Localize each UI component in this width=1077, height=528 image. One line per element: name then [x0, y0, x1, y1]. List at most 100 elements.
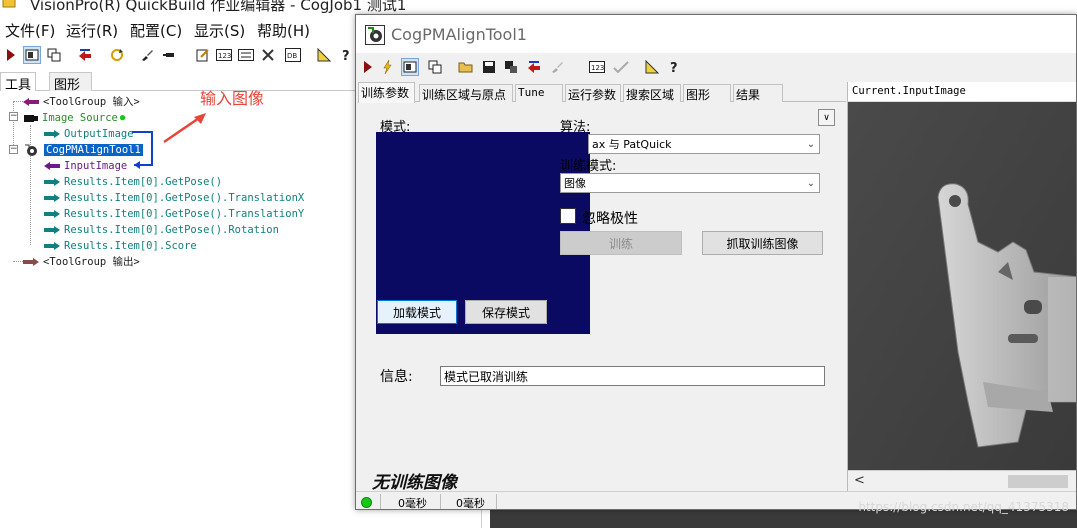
load-pattern-button[interactable]: 加载模式 — [377, 300, 457, 324]
annotation-label: 输入图像 — [200, 89, 265, 108]
menu-view[interactable]: 显示(S) — [194, 20, 245, 41]
dialog-titlebar[interactable]: CogPMAlignTool1 — [356, 15, 1076, 53]
camera-icon — [24, 114, 38, 122]
tree-node-toolgroup-input[interactable]: <ToolGroup 输入> — [22, 94, 140, 109]
reset-icon[interactable] — [76, 46, 94, 64]
grab-train-image-button[interactable]: 抓取训练图像 — [702, 231, 823, 255]
image-display-icon[interactable] — [23, 46, 41, 64]
output-arrow-icon — [44, 177, 60, 186]
ruler-icon[interactable] — [315, 46, 333, 64]
input-image-display[interactable] — [848, 102, 1076, 470]
refresh-icon[interactable] — [108, 46, 126, 64]
brush-icon[interactable] — [548, 58, 566, 76]
info-field: 模式已取消训练 — [440, 366, 825, 386]
output-arrow-icon — [44, 129, 60, 138]
menu-file[interactable]: 文件(F) — [5, 20, 55, 41]
collapse-icon[interactable]: − — [9, 112, 18, 121]
status-divider — [380, 494, 381, 509]
train-mode-label: 训练模式: — [560, 159, 617, 174]
train-mode-value: 图像 — [564, 177, 586, 190]
tree-node-result[interactable]: Results.Item[0].GetPose().TranslationY — [43, 206, 304, 221]
dialog-title: CogPMAlignTool1 — [391, 25, 527, 44]
train-mode-select[interactable]: 图像 ⌄ — [560, 173, 820, 193]
algorithm-label: 算法: — [560, 120, 591, 135]
output-arrow-icon — [44, 193, 60, 202]
numeric-icon[interactable]: 123 — [588, 58, 606, 76]
input-arrow-icon — [44, 161, 60, 170]
main-window-title: VisionPro(R) QuickBuild 作业编辑器 - CogJob1 … — [30, 0, 407, 14]
chevron-down-icon: ⌄ — [806, 138, 816, 150]
image-display-icon[interactable] — [401, 58, 419, 76]
collapse-panel-icon[interactable]: ∨ — [818, 109, 835, 126]
menu-config[interactable]: 配置(C) — [130, 20, 182, 41]
menu-run[interactable]: 运行(R) — [66, 20, 118, 41]
help-icon[interactable]: ? — [338, 46, 356, 64]
window-icon[interactable] — [426, 58, 444, 76]
tree-node-input-image[interactable]: InputImage — [43, 158, 127, 173]
screen: VisionPro(R) QuickBuild 作业编辑器 - CogJob1 … — [0, 0, 1077, 528]
dialog-toolbar: 123 ? — [356, 55, 1076, 79]
svg-text:?: ? — [342, 49, 350, 62]
svg-text:DB: DB — [287, 52, 297, 60]
tab-results[interactable]: 结果 — [733, 84, 783, 102]
tab-train-params[interactable]: 训练参数 — [358, 82, 415, 103]
tree-node-result[interactable]: Results.Item[0].GetPose().Rotation — [43, 222, 279, 237]
ruler-icon[interactable] — [643, 58, 661, 76]
tools-icon[interactable] — [259, 46, 277, 64]
tab-train-region[interactable]: 训练区域与原点 — [419, 84, 513, 102]
reset-icon[interactable] — [525, 58, 543, 76]
tab-tune[interactable]: Tune — [515, 84, 563, 102]
tree-node-result[interactable]: Results.Item[0].GetPose().TranslationX — [43, 190, 304, 205]
save-settings-icon[interactable] — [502, 58, 520, 76]
app-icon — [2, 0, 16, 8]
tree-node-toolgroup-output[interactable]: <ToolGroup 输出> — [22, 254, 140, 269]
svg-text:?: ? — [670, 61, 678, 74]
window-icon[interactable] — [45, 46, 63, 64]
chevron-left-icon[interactable]: < — [854, 473, 865, 488]
train-button[interactable]: 训练 — [560, 231, 682, 255]
tab-search-region[interactable]: 搜索区域 — [623, 84, 681, 102]
brush-icon[interactable] — [138, 46, 156, 64]
image-panel-title: Current.InputImage — [848, 82, 1076, 102]
tree-node-output-image[interactable]: OutputImage — [43, 126, 134, 141]
electric-icon[interactable] — [378, 58, 396, 76]
edit-icon[interactable] — [194, 46, 212, 64]
save-icon[interactable] — [480, 58, 498, 76]
algorithm-value: ax 与 PatQuick — [592, 138, 672, 151]
tree-node-result[interactable]: Results.Item[0].GetPose() — [43, 174, 222, 189]
image-display-panel: Current.InputImage < — [847, 82, 1076, 491]
tree-node-result[interactable]: Results.Item[0].Score — [43, 238, 197, 253]
pin-icon[interactable] — [160, 46, 178, 64]
pattern-preview: 加载模式 保存模式 — [376, 132, 590, 334]
svg-text:123: 123 — [218, 52, 231, 60]
check-icon[interactable] — [612, 58, 630, 76]
ignore-polarity-checkbox[interactable] — [560, 208, 576, 224]
output-arrow-icon — [44, 209, 60, 218]
tab-tools[interactable]: 工具 — [0, 72, 37, 93]
output-arrow-icon — [44, 225, 60, 234]
run-icon[interactable] — [359, 58, 377, 76]
algorithm-select[interactable]: ax 与 PatQuick ⌄ — [588, 134, 820, 154]
tab-graphics[interactable]: 图形 — [683, 84, 731, 102]
database-icon[interactable]: DB — [284, 46, 302, 64]
tree-node-pmalign-tool[interactable]: CogPMAlignTool1 — [23, 142, 143, 157]
tab-run-params[interactable]: 运行参数 — [565, 84, 621, 102]
chevron-down-icon: ⌄ — [806, 177, 816, 189]
tree-node-image-source[interactable]: Image Source ● — [23, 110, 125, 125]
list-icon[interactable] — [237, 46, 255, 64]
image-horizontal-scrollbar[interactable]: < — [848, 470, 1076, 491]
left-tabs: 工具 图形 — [0, 71, 360, 93]
open-folder-icon[interactable] — [457, 58, 475, 76]
scrollbar-thumb[interactable] — [1008, 475, 1068, 488]
save-pattern-button[interactable]: 保存模式 — [465, 300, 547, 324]
part-image — [848, 102, 1076, 470]
pmalign-dialog: CogPMAlignTool1 123 ? 训练参数 训练区域与原点 Tune … — [355, 14, 1077, 510]
tab-graphics[interactable]: 图形 — [49, 72, 92, 93]
train-params-panel: 模式: 加载模式 保存模式 算法: ax 与 PatQuick ⌄ 训练模式: … — [358, 102, 846, 493]
run-icon[interactable] — [2, 46, 20, 64]
collapse-icon[interactable]: − — [9, 145, 18, 154]
menu-help[interactable]: 帮助(H) — [257, 20, 310, 41]
numeric-icon[interactable]: 123 — [215, 46, 233, 64]
main-toolbar: 123 DB ? — [0, 43, 360, 69]
help-icon[interactable]: ? — [666, 58, 684, 76]
